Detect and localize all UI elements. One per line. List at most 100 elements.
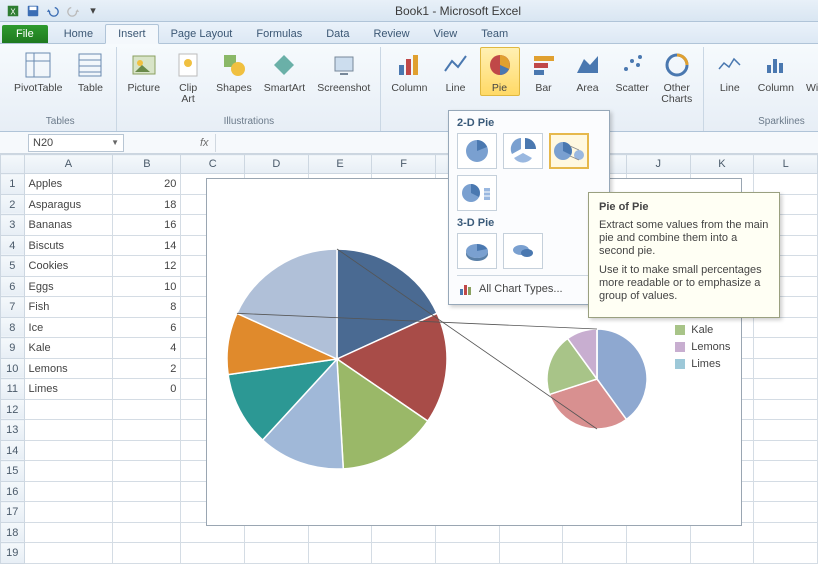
cell[interactable] bbox=[113, 420, 181, 441]
cell[interactable] bbox=[113, 399, 181, 420]
sparkline-line-button[interactable]: Line bbox=[710, 47, 750, 96]
row-header[interactable]: 13 bbox=[1, 420, 25, 441]
pie-option-pie-of-pie[interactable] bbox=[549, 133, 589, 169]
cell[interactable]: Apples bbox=[24, 174, 113, 195]
pie-option-3d-pie[interactable] bbox=[457, 233, 497, 269]
cell[interactable]: Asparagus bbox=[24, 194, 113, 215]
tab-page-layout[interactable]: Page Layout bbox=[159, 25, 245, 43]
cell[interactable] bbox=[754, 502, 818, 523]
cell[interactable]: 8 bbox=[113, 297, 181, 318]
cell[interactable]: 12 bbox=[113, 256, 181, 277]
column-chart-button[interactable]: Column bbox=[387, 47, 431, 96]
cell[interactable] bbox=[24, 399, 113, 420]
cell[interactable] bbox=[24, 461, 113, 482]
col-header[interactable]: B bbox=[113, 155, 181, 174]
row-header[interactable]: 5 bbox=[1, 256, 25, 277]
row-header[interactable]: 7 bbox=[1, 297, 25, 318]
pie-option-exploded-pie[interactable] bbox=[503, 133, 543, 169]
cell[interactable] bbox=[563, 543, 627, 564]
tab-view[interactable]: View bbox=[422, 25, 470, 43]
clipart-button[interactable]: Clip Art bbox=[168, 47, 208, 107]
tab-insert[interactable]: Insert bbox=[105, 24, 159, 44]
cell[interactable] bbox=[754, 522, 818, 543]
cell[interactable]: Lemons bbox=[24, 358, 113, 379]
cell[interactable] bbox=[754, 440, 818, 461]
cell[interactable]: 20 bbox=[113, 174, 181, 195]
col-header[interactable]: D bbox=[245, 155, 309, 174]
cell[interactable] bbox=[24, 502, 113, 523]
cell[interactable]: 14 bbox=[113, 235, 181, 256]
row-header[interactable]: 19 bbox=[1, 543, 25, 564]
all-chart-types-menuitem[interactable]: All Chart Types... bbox=[457, 275, 601, 302]
cell[interactable]: Biscuts bbox=[24, 235, 113, 256]
cell[interactable] bbox=[754, 481, 818, 502]
line-chart-button[interactable]: Line bbox=[436, 47, 476, 96]
cell[interactable] bbox=[24, 522, 113, 543]
pie-option-2d-pie[interactable] bbox=[457, 133, 497, 169]
pivottable-button[interactable]: PivotTable bbox=[10, 47, 66, 96]
row-header[interactable]: 2 bbox=[1, 194, 25, 215]
cell[interactable]: Ice bbox=[24, 317, 113, 338]
cell[interactable] bbox=[754, 358, 818, 379]
save-icon[interactable] bbox=[24, 3, 42, 19]
cell[interactable] bbox=[113, 543, 181, 564]
cell[interactable] bbox=[690, 543, 754, 564]
fx-label[interactable]: fx bbox=[200, 137, 209, 149]
qat-customize-icon[interactable]: ▾ bbox=[84, 3, 102, 19]
cell[interactable] bbox=[754, 461, 818, 482]
cell[interactable] bbox=[113, 481, 181, 502]
cell[interactable]: Cookies bbox=[24, 256, 113, 277]
cell[interactable]: 2 bbox=[113, 358, 181, 379]
cell[interactable] bbox=[754, 338, 818, 359]
col-header[interactable]: F bbox=[372, 155, 436, 174]
cell[interactable] bbox=[24, 440, 113, 461]
cell[interactable] bbox=[113, 522, 181, 543]
cell[interactable]: Eggs bbox=[24, 276, 113, 297]
bar-chart-button[interactable]: Bar bbox=[524, 47, 564, 96]
row-header[interactable]: 1 bbox=[1, 174, 25, 195]
tab-data[interactable]: Data bbox=[314, 25, 361, 43]
cell[interactable]: 10 bbox=[113, 276, 181, 297]
row-header[interactable]: 18 bbox=[1, 522, 25, 543]
cell[interactable]: Fish bbox=[24, 297, 113, 318]
cell[interactable]: 0 bbox=[113, 379, 181, 400]
row-header[interactable]: 17 bbox=[1, 502, 25, 523]
cell[interactable] bbox=[113, 461, 181, 482]
select-all-corner[interactable] bbox=[1, 155, 25, 174]
col-header[interactable]: A bbox=[24, 155, 113, 174]
col-header[interactable]: K bbox=[690, 155, 754, 174]
tab-review[interactable]: Review bbox=[361, 25, 421, 43]
cell[interactable] bbox=[24, 481, 113, 502]
cell[interactable] bbox=[435, 543, 499, 564]
undo-icon[interactable] bbox=[44, 3, 62, 19]
row-header[interactable]: 12 bbox=[1, 399, 25, 420]
area-chart-button[interactable]: Area bbox=[568, 47, 608, 96]
cell[interactable]: 6 bbox=[113, 317, 181, 338]
cell[interactable] bbox=[754, 317, 818, 338]
cell[interactable] bbox=[754, 543, 818, 564]
tab-team[interactable]: Team bbox=[469, 25, 520, 43]
cell[interactable] bbox=[24, 420, 113, 441]
row-header[interactable]: 16 bbox=[1, 481, 25, 502]
chevron-down-icon[interactable]: ▼ bbox=[111, 138, 119, 147]
cell[interactable] bbox=[754, 420, 818, 441]
row-header[interactable]: 6 bbox=[1, 276, 25, 297]
cell[interactable]: 16 bbox=[113, 215, 181, 236]
col-header[interactable]: J bbox=[626, 155, 690, 174]
row-header[interactable]: 9 bbox=[1, 338, 25, 359]
smartart-button[interactable]: SmartArt bbox=[260, 47, 309, 96]
cell[interactable]: 4 bbox=[113, 338, 181, 359]
col-header[interactable]: E bbox=[308, 155, 372, 174]
other-charts-button[interactable]: Other Charts bbox=[657, 47, 697, 107]
row-header[interactable]: 3 bbox=[1, 215, 25, 236]
table-button[interactable]: Table bbox=[70, 47, 110, 96]
tab-file[interactable]: File bbox=[2, 25, 48, 43]
screenshot-button[interactable]: Screenshot bbox=[313, 47, 374, 96]
cell[interactable] bbox=[754, 379, 818, 400]
pie-option-bar-of-pie[interactable] bbox=[457, 175, 497, 211]
row-header[interactable]: 15 bbox=[1, 461, 25, 482]
cell[interactable] bbox=[181, 543, 245, 564]
excel-icon[interactable]: X bbox=[4, 3, 22, 19]
cell[interactable] bbox=[626, 543, 690, 564]
row-header[interactable]: 14 bbox=[1, 440, 25, 461]
